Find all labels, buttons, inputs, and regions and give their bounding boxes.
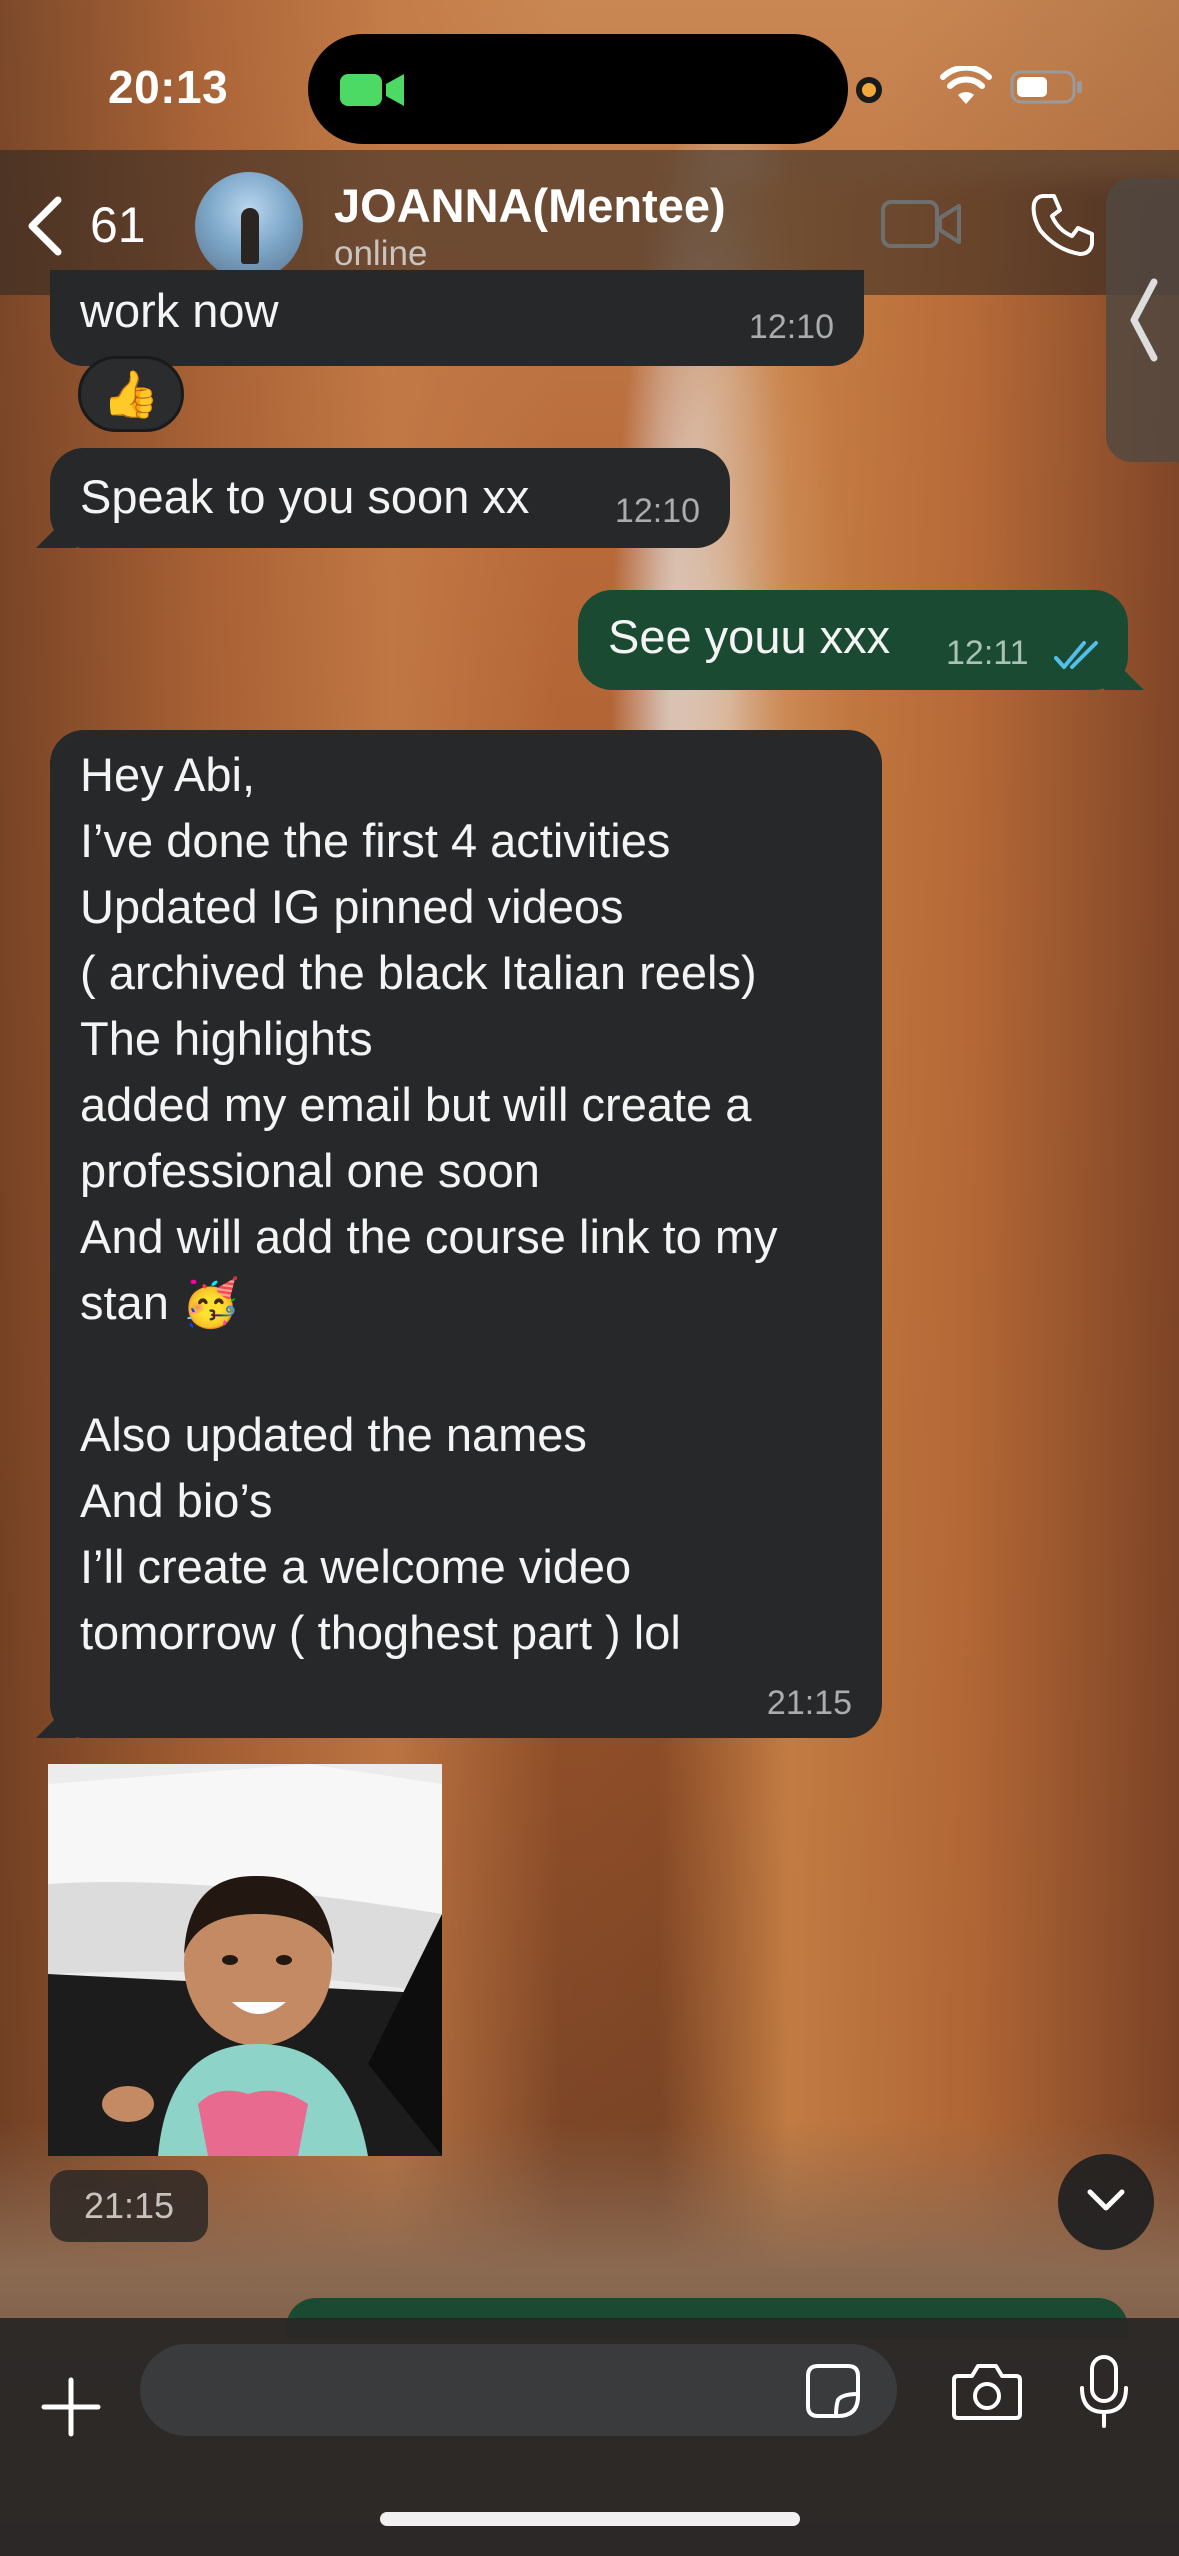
- message-text: work now: [80, 284, 279, 337]
- sticker-icon[interactable]: [804, 2362, 862, 2420]
- reaction-badge[interactable]: 👍: [78, 356, 184, 432]
- message-time: 12:11: [946, 634, 1029, 672]
- message-time: 12:10: [614, 492, 700, 530]
- home-indicator[interactable]: [380, 2512, 800, 2526]
- message-text: See youu xxx: [608, 610, 891, 663]
- avatar-figure: [241, 208, 259, 264]
- message-time: 21:15: [766, 1684, 852, 1722]
- battery-icon: [1010, 70, 1082, 104]
- contact-name[interactable]: JOANNA(Mentee): [334, 178, 726, 233]
- contact-status: online: [334, 234, 428, 273]
- video-message-time: 21:15: [50, 2170, 208, 2242]
- back-chevron-icon[interactable]: [24, 196, 64, 256]
- side-panel-tab[interactable]: [1106, 178, 1179, 462]
- contact-avatar[interactable]: [195, 172, 303, 280]
- message-bubble-outgoing[interactable]: See youu xxx 12:11: [578, 590, 1144, 690]
- message-bubble-incoming[interactable]: Speak to you soon xx 12:10: [36, 448, 730, 548]
- video-thumbnail-image: [48, 1764, 442, 2156]
- message-time: 12:10: [748, 308, 834, 346]
- read-receipt-icon: [1054, 641, 1098, 669]
- unread-count[interactable]: 61: [90, 196, 146, 254]
- wifi-icon: [940, 66, 992, 104]
- chevron-left-icon: [1130, 278, 1158, 362]
- mic-in-use-indicator: [856, 77, 882, 103]
- message-text: Hey Abi, I’ve done the first 4 activitie…: [80, 748, 778, 1659]
- message-input[interactable]: [140, 2344, 897, 2436]
- video-call-icon[interactable]: [880, 194, 962, 254]
- microphone-icon[interactable]: [1078, 2354, 1130, 2430]
- message-text: Speak to you soon xx: [80, 470, 530, 523]
- message-bubble-incoming[interactable]: Hey Abi, I’ve done the first 4 activitie…: [36, 730, 882, 1738]
- status-time: 20:13: [108, 61, 229, 113]
- phone-call-icon[interactable]: [1030, 192, 1096, 258]
- camera-icon[interactable]: [950, 2362, 1024, 2422]
- video-message-thumbnail[interactable]: [48, 1764, 442, 2156]
- attach-plus-icon[interactable]: [40, 2376, 102, 2438]
- message-bubble-incoming[interactable]: work now 12:10: [50, 270, 864, 366]
- status-bar: 20:13: [0, 0, 1179, 170]
- video-indicator-icon: [340, 74, 404, 106]
- scroll-to-bottom-button[interactable]: [1058, 2154, 1154, 2250]
- chevron-down-icon: [1087, 2189, 1125, 2211]
- dynamic-island: [308, 34, 882, 144]
